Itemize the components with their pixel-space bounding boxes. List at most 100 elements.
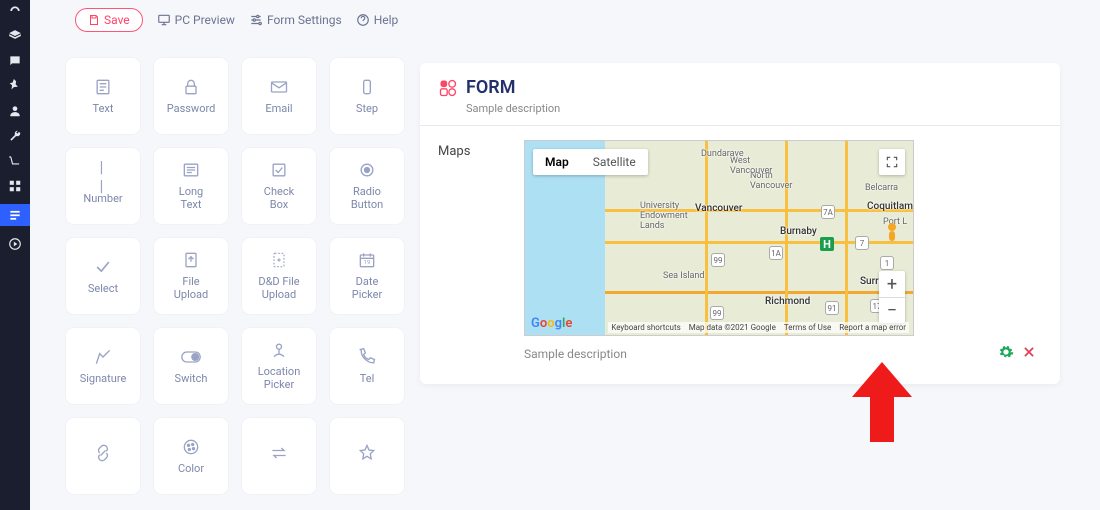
route-shield-91: 91 <box>825 301 839 315</box>
help-label: Help <box>374 13 399 27</box>
palette-item-color[interactable]: Color <box>154 418 228 494</box>
rail-icon-wrench[interactable] <box>8 129 22 143</box>
field-description: Sample description <box>524 347 998 361</box>
rail-icon-play[interactable] <box>8 237 22 251</box>
palette-item-label: Switch <box>175 373 208 386</box>
signature-icon <box>93 347 113 367</box>
palette-item-signature[interactable]: Signature <box>66 328 140 404</box>
map-tab-map[interactable]: Map <box>533 149 581 175</box>
location-icon <box>269 340 289 360</box>
field-delete-button[interactable] <box>1022 344 1036 364</box>
palette-item-longtext[interactable]: Long Text <box>154 148 228 224</box>
palette-item-label: Signature <box>80 373 127 386</box>
form-title: FORM <box>466 77 516 98</box>
field-settings-button[interactable] <box>998 344 1014 364</box>
map-attr-shortcuts[interactable]: Keyboard shortcuts <box>611 323 680 332</box>
pc-preview-label: PC Preview <box>175 13 235 27</box>
field-palette: TextPasswordEmailStep| |NumberLong TextC… <box>66 58 411 494</box>
top-toolbar: Save PC Preview Form Settings Help <box>75 6 398 34</box>
palette-item-label: Color <box>178 463 204 476</box>
switch-icon <box>181 347 201 367</box>
city-dundarave: Dundarave <box>701 149 744 159</box>
transfer-icon <box>269 443 289 463</box>
rail-icon-pin[interactable] <box>8 79 22 93</box>
route-shield-99b: 99 <box>710 306 724 320</box>
pc-preview-button[interactable]: PC Preview <box>157 13 235 27</box>
palette-item-switch[interactable]: Switch <box>154 328 228 404</box>
save-button[interactable]: Save <box>75 8 143 32</box>
palette-item-step[interactable]: Step <box>330 58 404 134</box>
map-fullscreen-button[interactable] <box>879 149 905 175</box>
pegman-icon <box>882 222 902 246</box>
help-button[interactable]: Help <box>356 13 399 27</box>
palette-item-number[interactable]: | | Number <box>66 148 140 224</box>
color-icon <box>181 437 201 457</box>
gear-icon <box>998 344 1014 360</box>
svg-text:19: 19 <box>364 261 371 267</box>
fileup-icon <box>181 250 201 270</box>
palette-item-tel[interactable]: Tel <box>330 328 404 404</box>
rail-icon-chat[interactable] <box>8 54 22 68</box>
form-settings-button[interactable]: Form Settings <box>249 13 342 27</box>
palette-item-checkbox[interactable]: Check Box <box>242 148 316 224</box>
tel-icon <box>357 347 377 367</box>
city-coquitlam: Coquitlam <box>867 201 913 212</box>
lock-icon <box>181 77 201 97</box>
help-icon <box>356 13 370 27</box>
palette-item-date[interactable]: 19Date Picker <box>330 238 404 314</box>
map-zoom-controls: + − <box>879 271 905 323</box>
palette-item-dndfile[interactable]: D&D File Upload <box>242 238 316 314</box>
palette-item-label: Step <box>356 103 378 116</box>
map-attribution: Keyboard shortcuts Map data ©2021 Google… <box>608 322 909 333</box>
palette-item-label: Tel <box>360 373 375 386</box>
dndfile-icon <box>269 250 289 270</box>
text-icon <box>93 77 113 97</box>
city-richmond: Richmond <box>765 296 810 307</box>
palette-item-label: D&D File Upload <box>258 276 299 301</box>
palette-item-select[interactable]: Select <box>66 238 140 314</box>
checkbox-icon <box>269 160 289 180</box>
map-attr-terms[interactable]: Terms of Use <box>784 323 831 332</box>
rail-icon-grid[interactable] <box>8 179 22 193</box>
route-shield-7: 7 <box>855 236 869 250</box>
map-widget[interactable]: Vancouver North Vancouver West Vancouver… <box>524 140 914 336</box>
mail-icon <box>269 77 289 97</box>
city-vancouver: Vancouver <box>695 203 742 214</box>
palette-item-star[interactable] <box>330 418 404 494</box>
city-west-vancouver: West Vancouver <box>730 156 772 176</box>
divider <box>420 125 1060 126</box>
radio-icon <box>357 160 377 180</box>
streetview-pegman[interactable] <box>879 221 905 247</box>
map-attr-report[interactable]: Report a map error <box>839 323 906 332</box>
city-belcarra: Belcarra <box>865 183 898 193</box>
palette-item-location[interactable]: Location Picker <box>242 328 316 404</box>
palette-item-label: Text <box>93 103 114 116</box>
map-tab-satellite[interactable]: Satellite <box>581 149 648 175</box>
palette-item-label: Radio Button <box>351 186 383 211</box>
rail-icon-cart[interactable] <box>8 154 22 168</box>
save-icon <box>88 14 100 26</box>
palette-item-link[interactable] <box>66 418 140 494</box>
rail-icon-gauge[interactable] <box>8 4 22 18</box>
rail-icon-layers[interactable] <box>8 29 22 43</box>
rail-icon-form-active[interactable] <box>0 204 30 226</box>
map-field-row: Maps Vancouver North Vancouver West Vanc… <box>438 140 1042 336</box>
palette-item-radio[interactable]: Radio Button <box>330 148 404 224</box>
map-attr-data: Map data ©2021 Google <box>689 323 776 332</box>
palette-item-label: File Upload <box>174 276 208 301</box>
palette-item-lock[interactable]: Password <box>154 58 228 134</box>
rail-icon-user[interactable] <box>8 104 22 118</box>
number-icon: | | <box>93 167 113 187</box>
route-shield-7a: 7A <box>821 205 835 219</box>
palette-item-transfer[interactable] <box>242 418 316 494</box>
palette-item-fileup[interactable]: File Upload <box>154 238 228 314</box>
save-button-label: Save <box>104 13 130 27</box>
palette-item-mail[interactable]: Email <box>242 58 316 134</box>
palette-item-text[interactable]: Text <box>66 58 140 134</box>
city-burnaby: Burnaby <box>780 226 817 237</box>
zoom-out-button[interactable]: − <box>879 297 905 323</box>
star-icon <box>357 443 377 463</box>
zoom-in-button[interactable]: + <box>879 271 905 297</box>
palette-item-label: Number <box>83 193 122 206</box>
form-settings-label: Form Settings <box>267 13 342 27</box>
